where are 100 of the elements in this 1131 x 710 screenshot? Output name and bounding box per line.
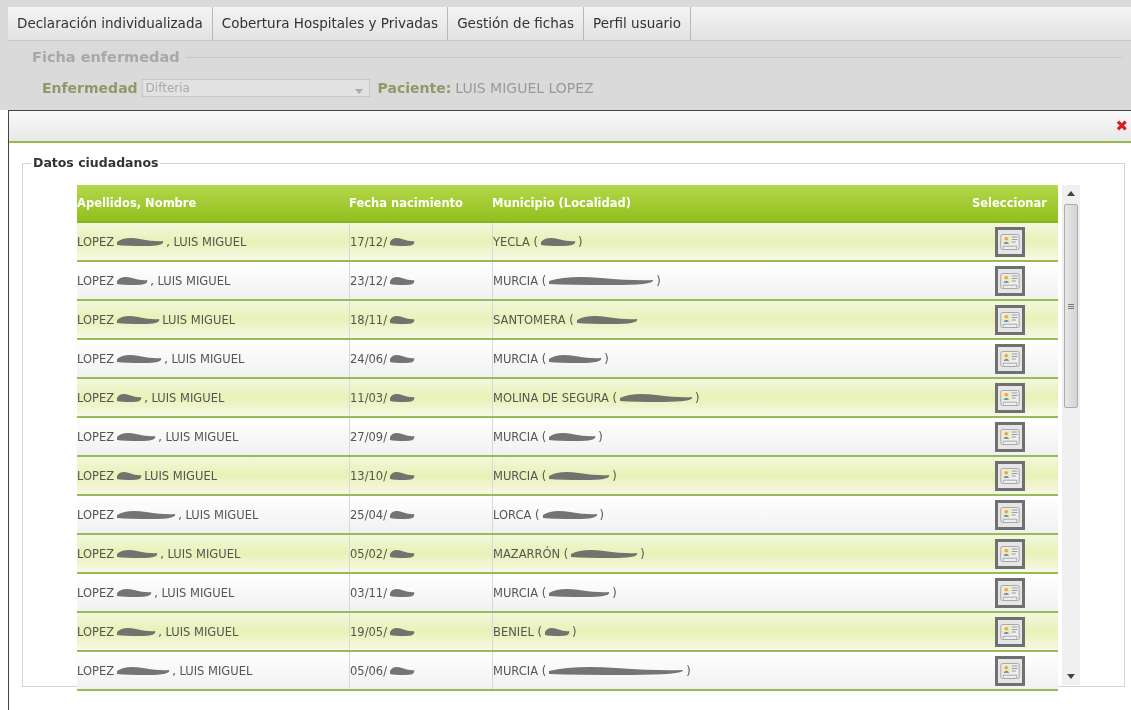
birth-date-text: 13/10/ xyxy=(350,468,387,483)
select-button[interactable] xyxy=(994,304,1025,335)
select-button[interactable] xyxy=(994,460,1025,491)
tab[interactable]: Gestión de fichas xyxy=(448,7,585,40)
scroll-thumb[interactable] xyxy=(1064,204,1078,408)
municipality-text: BENIEL ( xyxy=(493,624,542,639)
given-name-text: , LUIS MIGUEL xyxy=(158,429,239,444)
select-button[interactable] xyxy=(994,499,1025,530)
contact-card-icon xyxy=(998,582,1021,603)
redaction-mark xyxy=(387,469,417,482)
redaction-mark xyxy=(387,625,417,638)
surname-text: LOPEZ xyxy=(77,390,115,405)
birth-date-text: 11/03/ xyxy=(350,390,387,405)
given-name-text: , LUIS MIGUEL xyxy=(164,351,245,366)
contact-card-icon xyxy=(998,309,1021,330)
municipality-text: ) xyxy=(612,468,617,483)
redaction-mark xyxy=(387,430,417,443)
redaction-mark xyxy=(387,508,417,521)
municipality-text: SANTOMERA ( xyxy=(493,312,574,327)
surname-text: LOPEZ xyxy=(77,624,115,639)
given-name-text: , LUIS MIGUEL xyxy=(160,546,241,561)
municipality-text: MAZARRÓN ( xyxy=(493,546,569,561)
municipality-text: ) xyxy=(598,429,603,444)
municipality-text: YECLA ( xyxy=(493,234,538,249)
given-name-text: , LUIS MIGUEL xyxy=(150,273,231,288)
birth-date-text: 05/02/ xyxy=(350,546,387,561)
patient-name: LUIS MIGUEL LOPEZ xyxy=(455,80,594,96)
redaction-mark xyxy=(387,274,417,287)
municipality-text: ) xyxy=(656,273,661,288)
surname-text: LOPEZ xyxy=(77,429,115,444)
select-button[interactable] xyxy=(994,382,1025,413)
column-header: Municipio (Localidad) xyxy=(492,196,633,210)
column-header: Seleccionar xyxy=(971,196,1048,210)
municipality-text: ) xyxy=(640,546,645,561)
municipality-text: MURCIA ( xyxy=(493,351,547,366)
given-name-text: , LUIS MIGUEL xyxy=(166,234,247,249)
close-icon[interactable]: ✖ xyxy=(1115,118,1128,134)
contact-card-icon xyxy=(998,231,1021,252)
surname-text: LOPEZ xyxy=(77,663,115,678)
fieldset-legend: Datos ciudadanos xyxy=(31,155,161,170)
caret-icon xyxy=(354,88,363,94)
birth-date-text: 03/11/ xyxy=(350,585,387,600)
contact-card-icon xyxy=(998,543,1021,564)
birth-date-text: 27/09/ xyxy=(350,429,387,444)
select-button[interactable] xyxy=(994,421,1025,452)
contact-card-icon xyxy=(998,660,1021,681)
birth-date-text: 18/11/ xyxy=(350,312,387,327)
tab[interactable]: Perfil usuario xyxy=(584,7,692,40)
scrollbar[interactable] xyxy=(1062,185,1080,685)
surname-text: LOPEZ xyxy=(77,273,115,288)
birth-date-text: 25/04/ xyxy=(350,507,387,522)
municipality-text: ) xyxy=(686,663,691,678)
municipality-text: MOLINA DE SEGURA ( xyxy=(493,390,618,405)
given-name-text: LUIS MIGUEL xyxy=(162,312,236,327)
redaction-mark xyxy=(538,235,578,248)
select-button[interactable] xyxy=(994,265,1025,296)
tab[interactable]: Declaración individualizada xyxy=(8,7,213,40)
scroll-up-arrow-icon[interactable] xyxy=(1067,191,1075,196)
redaction-mark xyxy=(387,352,417,365)
given-name-text: LUIS MIGUEL xyxy=(144,468,218,483)
birth-date-text: 23/12/ xyxy=(350,273,387,288)
municipality-text: ) xyxy=(571,624,577,639)
redaction-mark xyxy=(387,664,417,677)
birth-date-text: 05/06/ xyxy=(350,663,387,678)
municipality-text: ) xyxy=(578,234,583,249)
redaction-mark xyxy=(387,586,417,599)
municipality-text: ) xyxy=(695,390,700,405)
scroll-down-arrow-icon[interactable] xyxy=(1067,674,1075,679)
surname-text: LOPEZ xyxy=(77,351,115,366)
municipality-text: MURCIA ( xyxy=(493,663,547,678)
field-label: Enfermedad xyxy=(42,80,138,96)
column-header: Fecha nacimiento xyxy=(349,196,464,210)
select-button[interactable] xyxy=(994,616,1025,647)
birth-date-text: 19/05/ xyxy=(350,624,387,639)
column-header: Apellidos, Nombre xyxy=(77,196,198,210)
select-button[interactable] xyxy=(994,343,1025,374)
contact-card-icon xyxy=(998,270,1021,291)
select-button[interactable] xyxy=(994,226,1025,257)
select-button[interactable] xyxy=(994,655,1025,686)
redaction-mark xyxy=(387,313,417,326)
tab[interactable]: Cobertura Hospitales y Privadas xyxy=(212,7,449,40)
select-button[interactable] xyxy=(994,577,1025,608)
birth-date-text: 17/12/ xyxy=(350,234,387,249)
municipality-text: ) xyxy=(612,585,617,600)
municipality-text: LORCA ( xyxy=(493,507,540,522)
given-name-text: , LUIS MIGUEL xyxy=(144,390,225,405)
redaction-mark xyxy=(387,391,417,404)
birth-date-text: 24/06/ xyxy=(350,351,387,366)
municipality-text: MURCIA ( xyxy=(493,585,547,600)
contact-card-icon xyxy=(998,348,1021,369)
redaction-mark xyxy=(387,547,417,560)
given-name-text: , LUIS MIGUEL xyxy=(158,624,239,639)
select-button[interactable] xyxy=(994,538,1025,569)
municipality-text: MURCIA ( xyxy=(493,429,547,444)
field-label: Paciente: xyxy=(377,80,452,96)
redaction-mark xyxy=(387,235,417,248)
municipality-text: MURCIA ( xyxy=(493,468,547,483)
municipality-text: ) xyxy=(599,507,604,522)
given-name-text: , LUIS MIGUEL xyxy=(154,585,235,600)
contact-card-icon xyxy=(998,426,1021,447)
